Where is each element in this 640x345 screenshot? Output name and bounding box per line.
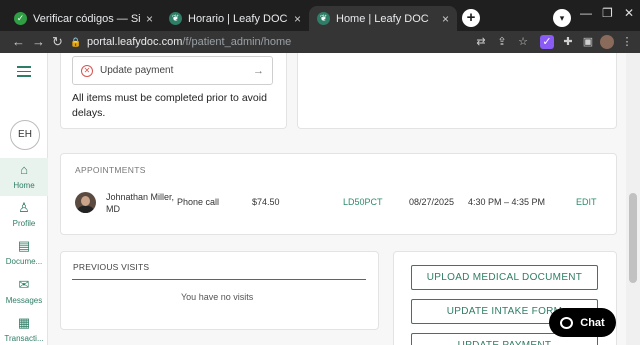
upload-medical-document-button[interactable]: UPLOAD MEDICAL DOCUMENT	[411, 265, 598, 290]
url-host: portal.leafydoc.com	[87, 36, 183, 48]
close-icon[interactable]: ×	[294, 12, 301, 26]
leafy-icon: ❦	[169, 12, 182, 25]
home-icon: ⌂	[20, 162, 28, 177]
sidebar-item-profile[interactable]: ♙ Profile	[0, 196, 48, 234]
new-tab-button[interactable]: +	[462, 9, 480, 27]
update-payment-task[interactable]: ✕ Update payment →	[72, 56, 273, 85]
chat-label: Chat	[580, 316, 605, 329]
tab-title: Horario | Leafy DOC	[188, 12, 288, 25]
transaction-icon: ▦	[17, 315, 31, 330]
address-bar[interactable]: 🔒 portal.leafydoc.com/f/patient_admin/ho…	[70, 33, 465, 51]
url-path: /f/patient_admin/home	[182, 36, 292, 48]
sidebar-item-label: Docume...	[5, 257, 43, 266]
appointment-type: Phone call	[177, 197, 220, 207]
sidebar-item-label: Transacti...	[4, 334, 44, 343]
tab-title: Verificar códigos — SimplyCodes	[33, 12, 140, 25]
tab-title: Home | Leafy DOC	[336, 12, 429, 25]
chat-button[interactable]: Chat	[549, 308, 616, 337]
sidebar-item-label: Profile	[12, 219, 36, 228]
profile-avatar-icon[interactable]	[600, 35, 614, 49]
update-payment-label: Update payment	[100, 65, 174, 76]
sidebar-item-documents[interactable]: ▤ Docume...	[0, 234, 48, 272]
close-icon[interactable]: ×	[146, 12, 153, 26]
appointments-heading: APPOINTMENTS	[75, 165, 146, 175]
sidebar-item-transactions[interactable]: ▦ Transacti...	[0, 311, 48, 345]
previous-visits-heading: PREVIOUS VISITS	[73, 262, 150, 272]
appointment-edit-link[interactable]: EDIT	[576, 197, 597, 207]
sidepanel-icon[interactable]: ▣	[581, 35, 595, 49]
browser-tab-bar: ✓ Verificar códigos — SimplyCodes × ❦ Ho…	[0, 0, 640, 31]
divider	[72, 279, 366, 280]
tab-simplycodes[interactable]: ✓ Verificar códigos — SimplyCodes ×	[6, 6, 161, 31]
sidebar-item-label: Home	[13, 181, 35, 190]
mail-icon: ✉	[18, 277, 30, 292]
no-visits-message: You have no visits	[181, 292, 254, 302]
avatar[interactable]: EH	[10, 120, 40, 150]
extension-icon[interactable]: ✓	[540, 35, 554, 49]
translate-icon[interactable]: ⇄	[474, 35, 488, 49]
appointment-code: LD50PCT	[343, 197, 383, 207]
check-icon: ✓	[14, 12, 27, 25]
page-content: ✕ Update payment → All items must be com…	[0, 53, 640, 345]
tab-home[interactable]: ❦ Home | Leafy DOC ×	[309, 6, 457, 31]
appointment-time: 4:30 PM – 4:35 PM	[468, 197, 546, 207]
sidebar: EH ⌂ Home ♙ Profile ▤ Docume... ✉ Messag…	[0, 53, 48, 345]
appointment-doctor: Johnathan Miller, MD	[106, 192, 175, 214]
page-scrollbar[interactable]	[626, 53, 640, 345]
scrollbar-thumb[interactable]	[629, 193, 637, 283]
lock-icon: 🔒	[70, 36, 82, 47]
profile-icon: ♙	[18, 200, 30, 215]
tab-search-icon[interactable]: ▾	[553, 9, 571, 27]
appointment-date: 08/27/2025	[409, 197, 455, 207]
sidebar-item-home[interactable]: ⌂ Home	[0, 158, 48, 196]
sidebar-item-label: Messages	[5, 296, 43, 305]
close-icon[interactable]: ×	[442, 12, 449, 26]
document-icon: ▤	[17, 238, 31, 253]
info-card	[297, 53, 617, 129]
browser-toolbar: ← → ↻ 🔒 portal.leafydoc.com/f/patient_ad…	[0, 31, 640, 53]
minimize-icon[interactable]: —	[580, 6, 592, 20]
arrow-right-icon: →	[253, 64, 264, 77]
sidebar-item-messages[interactable]: ✉ Messages	[0, 273, 48, 311]
chat-bubble-icon	[560, 316, 574, 329]
appointment-price: $74.50	[252, 197, 280, 207]
completion-warning: All items must be completed prior to avo…	[72, 92, 267, 119]
menu-kebab-icon[interactable]: ⋮	[620, 35, 634, 49]
maximize-icon[interactable]: ❐	[602, 6, 613, 20]
error-circle-icon: ✕	[81, 64, 93, 77]
tab-horario[interactable]: ❦ Horario | Leafy DOC ×	[161, 6, 309, 31]
reload-icon[interactable]: ↻	[52, 34, 63, 50]
hamburger-menu-icon[interactable]	[17, 66, 31, 80]
puzzle-icon[interactable]: ✚	[561, 35, 575, 49]
back-icon[interactable]: ←	[12, 34, 25, 49]
share-icon[interactable]: ⇪	[495, 35, 509, 49]
forward-icon[interactable]: →	[32, 34, 45, 49]
doctor-avatar	[75, 192, 96, 213]
bookmark-star-icon[interactable]: ☆	[516, 35, 530, 49]
window-close-icon[interactable]: ✕	[624, 6, 634, 20]
leafy-icon: ❦	[317, 12, 330, 25]
